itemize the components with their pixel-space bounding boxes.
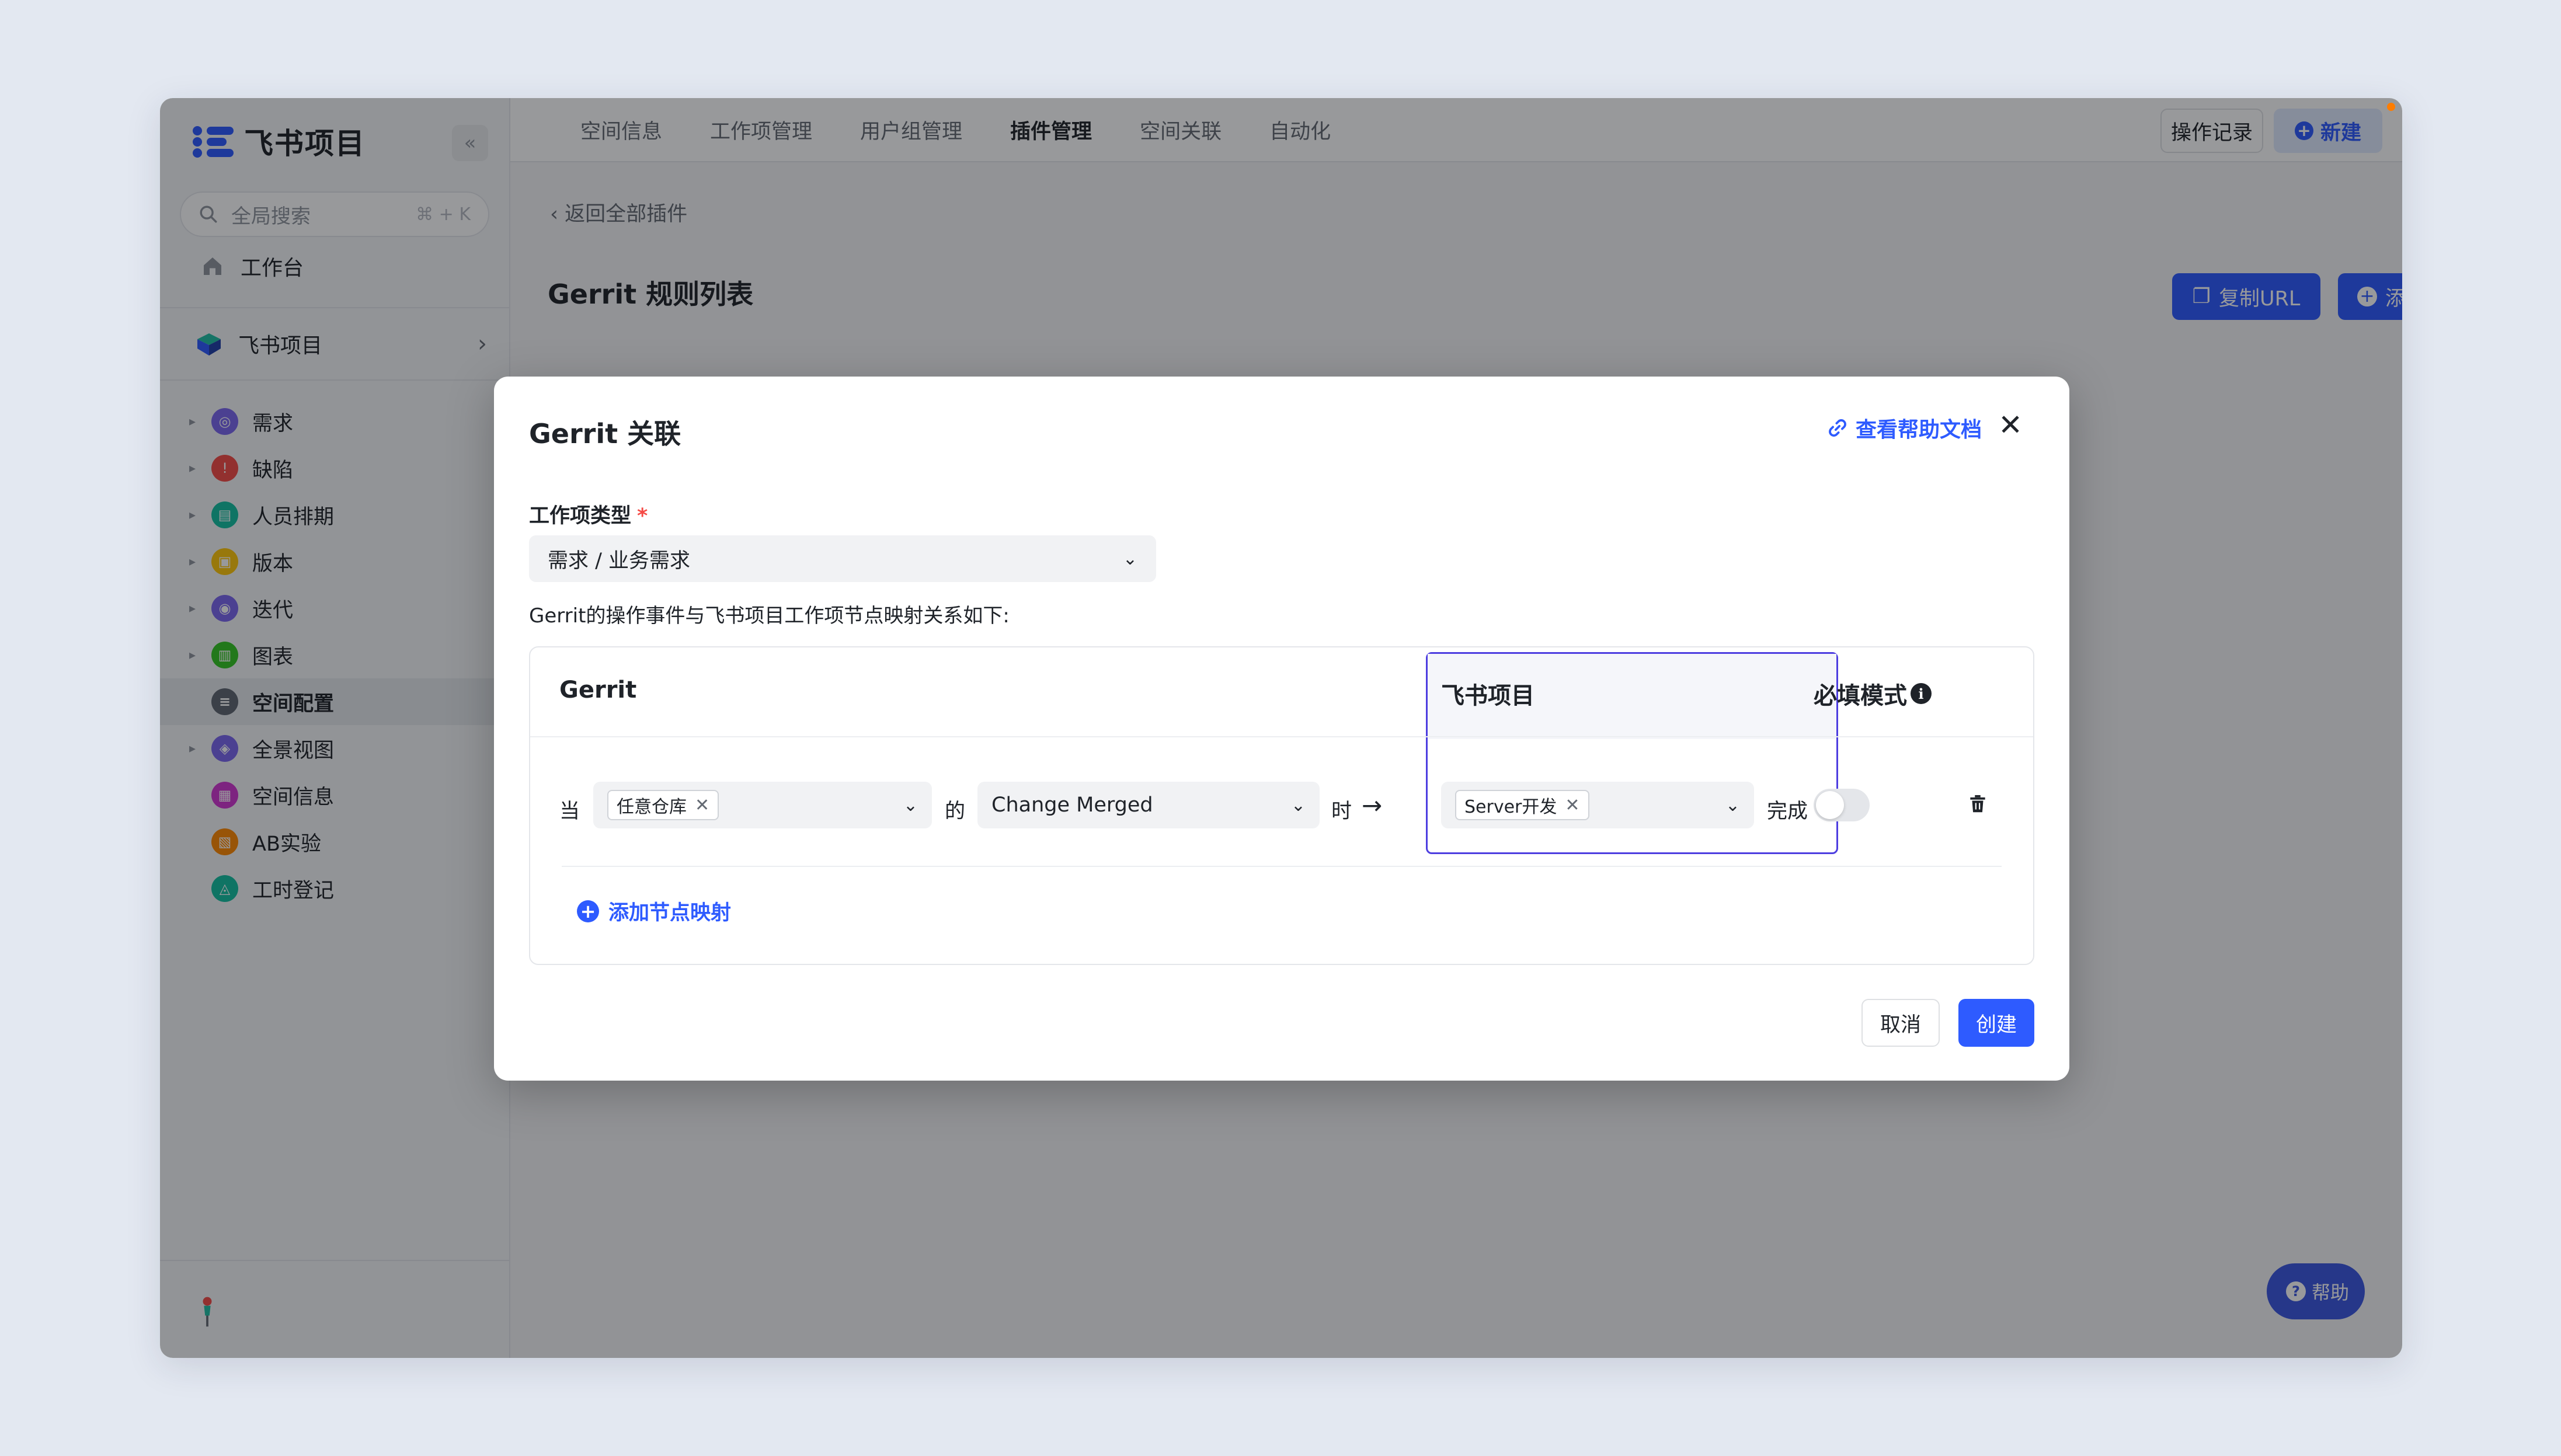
chip-label: Server开发	[1464, 797, 1557, 817]
work-item-type-label: 工作项类型 *	[529, 499, 648, 529]
arrow-right-icon: →	[1362, 791, 1383, 820]
repository-select[interactable]: 任意仓库 ✕ ⌄	[593, 782, 932, 828]
column-header-feishu: 飞书项目	[1441, 682, 1534, 709]
gerrit-association-dialog: Gerrit 关联 查看帮助文档 ✕ 工作项类型 * 需求 / 业务需求 ⌄ Ge…	[494, 377, 2069, 1081]
mapping-table: Gerrit 飞书项目 必填模式 i 当 任意仓库 ✕ ⌄ 的 Change Me…	[529, 646, 2034, 965]
info-icon[interactable]: i	[1911, 683, 1932, 704]
plus-circle-icon: +	[577, 900, 599, 922]
help-docs-label: 查看帮助文档	[1855, 418, 1982, 442]
required-mode-toggle[interactable]	[1814, 789, 1870, 821]
node-select[interactable]: Server开发 ✕ ⌄	[1441, 782, 1754, 828]
close-icon[interactable]: ✕	[1998, 410, 2023, 440]
field-label: 工作项类型	[529, 504, 632, 528]
remove-chip-icon[interactable]: ✕	[1565, 795, 1579, 816]
chevron-down-icon: ⌄	[1290, 795, 1306, 816]
chip-label: 任意仓库	[617, 797, 687, 817]
complete-text: 完成	[1767, 800, 1808, 823]
of-text: 的	[945, 800, 966, 823]
help-docs-link[interactable]: 查看帮助文档	[1826, 413, 1982, 443]
dialog-title: Gerrit 关联	[529, 418, 681, 450]
cancel-button[interactable]: 取消	[1861, 999, 1940, 1047]
chevron-down-icon: ⌄	[1725, 795, 1740, 816]
required-header-label: 必填模式	[1814, 682, 1907, 709]
add-mapping-label: 添加节点映射	[608, 901, 732, 925]
work-item-type-select[interactable]: 需求 / 业务需求 ⌄	[529, 535, 1156, 582]
remove-chip-icon[interactable]: ✕	[695, 795, 709, 816]
create-button[interactable]: 创建	[1958, 999, 2034, 1047]
chevron-down-icon: ⌄	[1122, 548, 1137, 569]
column-header-gerrit: Gerrit	[559, 677, 637, 703]
column-header-required: 必填模式 i	[1814, 677, 1932, 710]
required-mark: *	[637, 504, 648, 528]
notification-dot	[2387, 103, 2395, 111]
at-text: 时	[1331, 800, 1352, 823]
selected-type: 需求 / 业务需求	[548, 549, 691, 573]
link-icon	[1829, 419, 1846, 437]
when-text: 当	[559, 800, 580, 823]
add-node-mapping-button[interactable]: + 添加节点映射	[577, 896, 731, 926]
chevron-down-icon: ⌄	[903, 795, 918, 816]
trash-icon[interactable]	[1967, 792, 1989, 821]
node-chip: Server开发 ✕	[1455, 790, 1589, 820]
repo-chip: 任意仓库 ✕	[607, 790, 719, 820]
mapping-description: Gerrit的操作事件与飞书项目工作项节点映射关系如下:	[529, 604, 1010, 628]
selected-event: Change Merged	[991, 793, 1153, 817]
event-select[interactable]: Change Merged ⌄	[977, 782, 1320, 828]
